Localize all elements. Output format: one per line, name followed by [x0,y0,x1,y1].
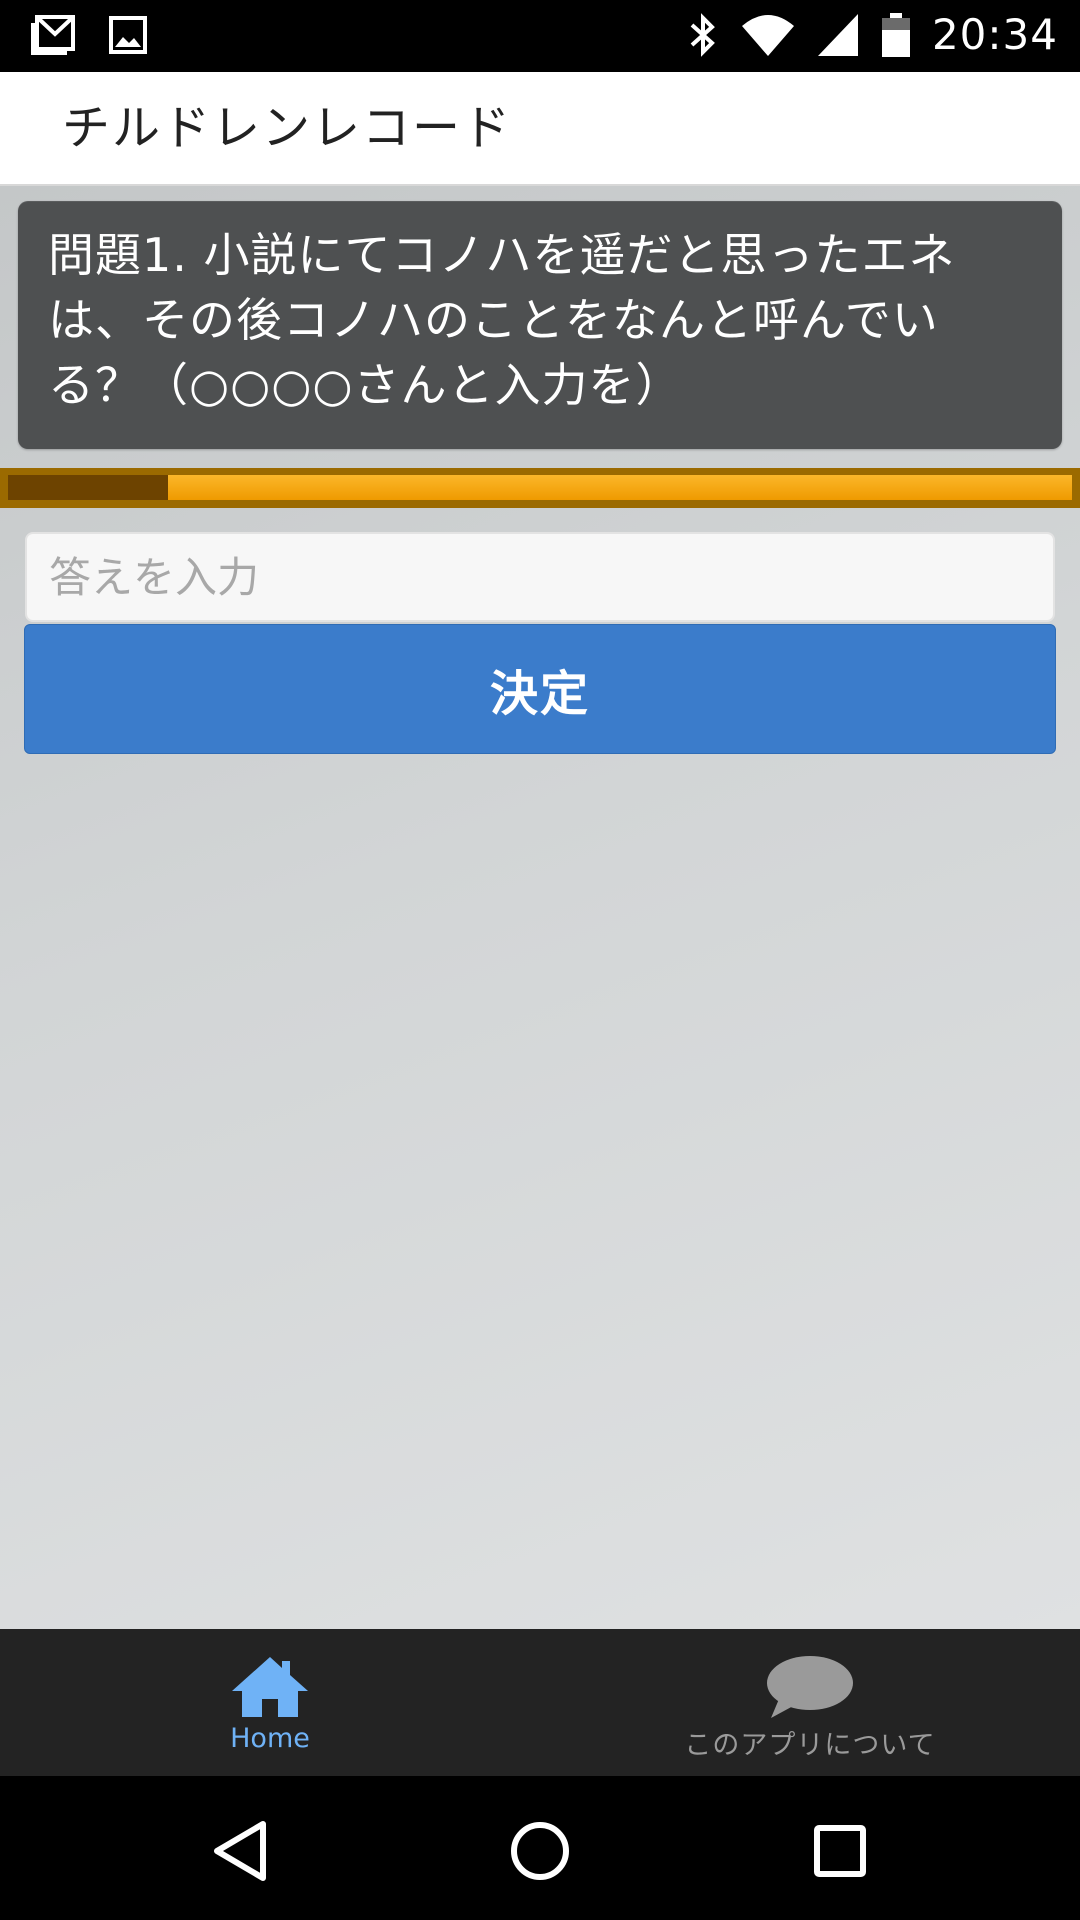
question-box: 問題1. 小説にてコノハを遥だと思ったエネは、その後コノハのことをなんと呼んでい… [18,201,1062,449]
question-text: 問題1. 小説にてコノハを遥だと思ったエネは、その後コノハのことをなんと呼んでい… [48,228,956,412]
signal-icon [817,13,858,56]
progress-track [8,475,1072,500]
wifi-icon [741,14,794,56]
submit-button[interactable]: 決定 [24,624,1056,754]
image-icon [109,16,147,54]
home-circle-icon[interactable] [505,1816,575,1886]
page-title: チルドレンレコード [62,100,513,156]
recents-icon[interactable] [805,1816,875,1886]
notification-icons [30,14,152,56]
home-icon [232,1657,308,1717]
status-time: 20:34 [931,10,1058,59]
timer-progress-bar [0,468,1080,508]
system-nav-bar [0,1776,1080,1920]
app-header: チルドレンレコード [0,72,1080,186]
system-icons: 20:34 [686,10,1058,59]
back-icon[interactable] [205,1816,275,1886]
bluetooth-icon [690,12,715,57]
answer-input[interactable] [25,532,1055,622]
progress-fill [8,475,168,500]
tab-about-label: このアプリについて [684,1730,936,1761]
tab-home[interactable]: Home [0,1629,540,1776]
main-content: 問題1. 小説にてコノハを遥だと思ったエネは、その後コノハのことをなんと呼んでい… [0,186,1080,1629]
bottom-tab-bar: Home このアプリについて [0,1629,1080,1776]
gmail-icon [31,15,75,55]
tab-about-app[interactable]: このアプリについて [540,1629,1080,1776]
tab-home-label: Home [230,1723,310,1754]
status-bar: 20:34 [0,0,1080,72]
chat-bubble-icon [767,1656,853,1718]
battery-icon [881,12,910,57]
